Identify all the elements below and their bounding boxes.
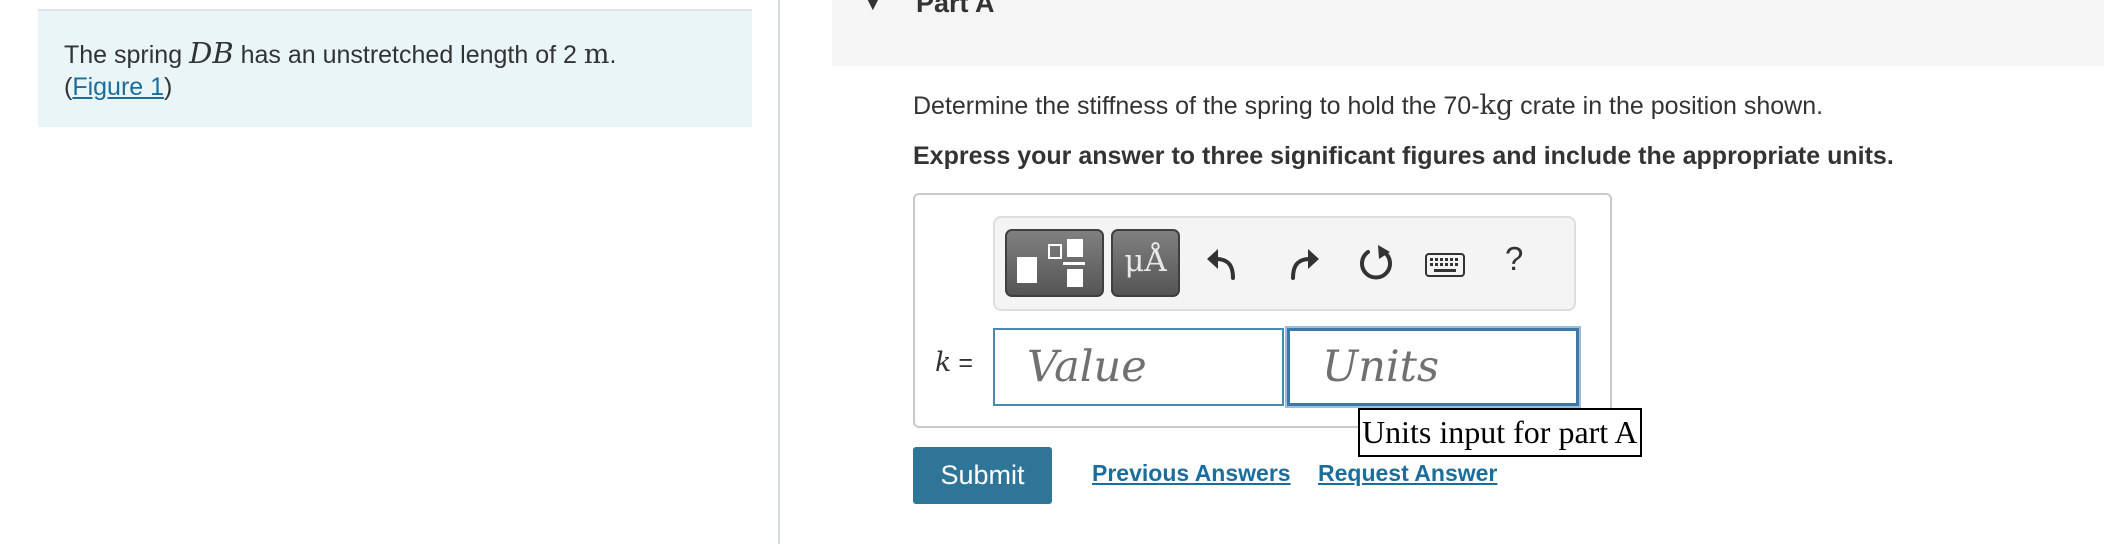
redo-icon[interactable] [1279,242,1323,286]
help-icon[interactable]: ? [1505,240,1523,278]
question-text: Determine the stiffness of the spring to… [913,90,1823,121]
reset-icon[interactable] [1354,242,1398,286]
question-text-after: crate in the position shown. [1513,92,1824,120]
math-toolbar: μÅ ? [993,216,1576,311]
part-header[interactable]: ▼ Part A [832,0,2104,66]
intro-text-after: has an unstretched length of 2 [233,41,584,69]
panel-divider [778,0,780,544]
answer-variable: k [935,347,952,378]
question-unit: kg [1479,90,1514,121]
units-input[interactable] [1287,328,1579,406]
intro-text: The spring DB has an unstretched length … [64,37,616,103]
figure-close-paren: ) [164,73,173,101]
intro-period: . [609,41,617,69]
answer-box: μÅ ? k = [913,193,1612,428]
templates-icon [1017,239,1085,287]
instruction-text: Express your answer to three significant… [913,142,1894,170]
intro-unit: m [583,39,610,70]
answer-equals: = [951,349,973,377]
intro-box: The spring DB has an unstretched length … [38,9,752,127]
templates-button[interactable] [1005,229,1104,297]
figure-link[interactable]: Figure 1 [72,73,164,101]
intro-variable: DB [189,36,234,70]
chevron-down-icon[interactable]: ▼ [862,0,884,16]
undo-icon[interactable] [1203,242,1247,286]
question-text-before: Determine the stiffness of the spring to… [913,92,1480,120]
units-tooltip: Units input for part A [1358,408,1642,457]
keyboard-icon[interactable] [1425,253,1465,277]
part-title: Part A [916,0,995,18]
value-input[interactable] [993,328,1284,406]
previous-answers-link[interactable]: Previous Answers [1092,460,1291,487]
units-button[interactable]: μÅ [1111,229,1180,297]
request-answer-link[interactable]: Request Answer [1318,460,1497,487]
problem-intro-panel: The spring DB has an unstretched length … [0,0,778,544]
submit-button[interactable]: Submit [913,447,1052,504]
answer-label: k = [935,347,973,378]
units-icon: μÅ [1124,243,1167,279]
intro-text-before: The spring [64,41,190,69]
